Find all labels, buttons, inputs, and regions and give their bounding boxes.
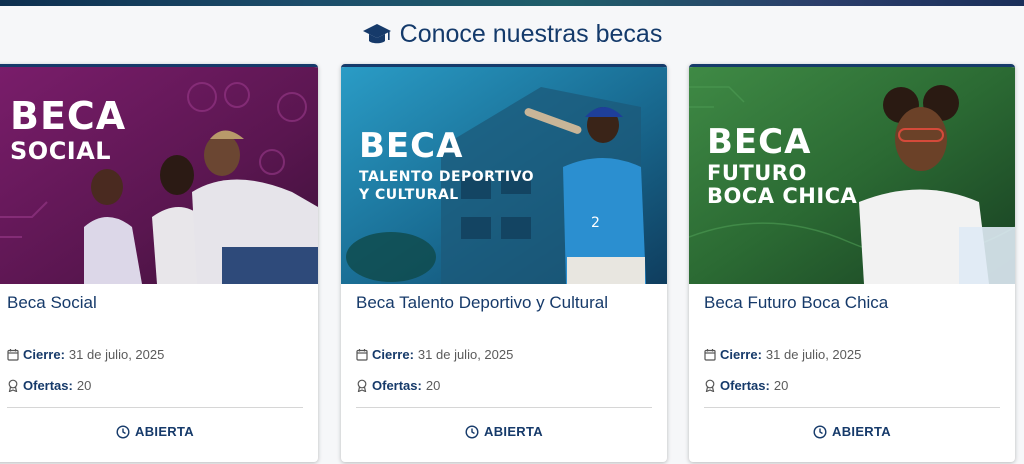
closing-label: Cierre: [23, 347, 65, 362]
scholarship-card-social[interactable]: BECA SOCIAL Beca Social Cierre: 31 de ju… [0, 64, 318, 462]
offers-label: Ofertas: [372, 378, 422, 393]
banner-subtitle: SOCIAL [10, 137, 112, 165]
closing-date: Cierre: 31 de julio, 2025 [704, 347, 861, 362]
graduation-cap-icon [362, 23, 391, 43]
card-divider [7, 407, 303, 408]
status-text: ABIERTA [135, 424, 194, 439]
offers-count: Ofertas: 20 [704, 378, 788, 393]
status-text: ABIERTA [484, 424, 543, 439]
closing-date: Cierre: 31 de julio, 2025 [7, 347, 164, 362]
banner-title: BECA [10, 94, 127, 138]
banner-subtitle-2: BOCA CHICA [707, 184, 858, 208]
offers-count: Ofertas: 20 [7, 378, 91, 393]
banner-title: BECA [359, 126, 464, 166]
offers-value: 20 [76, 378, 92, 393]
scholarship-card-futuro-boca-chica[interactable]: BECA FUTURO BOCA CHICA Beca Futuro Boca … [689, 64, 1015, 462]
calendar-icon [7, 349, 19, 361]
scholarship-card-talento-deportivo[interactable]: 2 BECA TALENTO DEPORTIVO Y CULTURAL Beca… [341, 64, 667, 462]
banner-subtitle: FUTURO [707, 161, 807, 185]
closing-value: 31 de julio, 2025 [765, 347, 862, 362]
banner-subtitle: TALENTO DEPORTIVO [359, 169, 535, 185]
status-badge: ABIERTA [0, 424, 318, 439]
closing-value: 31 de julio, 2025 [417, 347, 514, 362]
offers-count: Ofertas: 20 [356, 378, 440, 393]
award-icon [8, 379, 18, 392]
card-banner-image: BECA FUTURO BOCA CHICA [689, 67, 1015, 284]
offers-label: Ofertas: [23, 378, 73, 393]
closing-value: 31 de julio, 2025 [68, 347, 165, 362]
award-icon [357, 379, 367, 392]
banner-subtitle-2: Y CULTURAL [359, 187, 459, 204]
clock-icon [116, 424, 130, 439]
card-title[interactable]: Beca Talento Deportivo y Cultural [356, 293, 608, 313]
clock-icon [465, 424, 479, 439]
closing-label: Cierre: [372, 347, 414, 362]
calendar-icon [356, 349, 368, 361]
svg-text:2: 2 [591, 215, 600, 231]
card-divider [356, 407, 652, 408]
banner-title: BECA [707, 122, 812, 162]
card-divider [704, 407, 1000, 408]
status-badge: ABIERTA [689, 424, 1015, 439]
calendar-icon [704, 349, 716, 361]
offers-value: 20 [425, 378, 441, 393]
offers-value: 20 [773, 378, 789, 393]
section-heading: Conoce nuestras becas [0, 20, 1024, 49]
top-accent-bar [0, 0, 1024, 6]
closing-date: Cierre: 31 de julio, 2025 [356, 347, 513, 362]
card-title[interactable]: Beca Futuro Boca Chica [704, 293, 888, 313]
award-icon [705, 379, 715, 392]
card-banner-image: BECA SOCIAL [0, 67, 318, 284]
status-text: ABIERTA [832, 424, 891, 439]
status-badge: ABIERTA [341, 424, 667, 439]
card-title[interactable]: Beca Social [7, 293, 97, 313]
section-title-text: Conoce nuestras becas [399, 20, 663, 48]
closing-label: Cierre: [720, 347, 762, 362]
card-banner-image: 2 BECA TALENTO DEPORTIVO Y CULTURAL [341, 67, 667, 284]
offers-label: Ofertas: [720, 378, 770, 393]
clock-icon [813, 424, 827, 439]
